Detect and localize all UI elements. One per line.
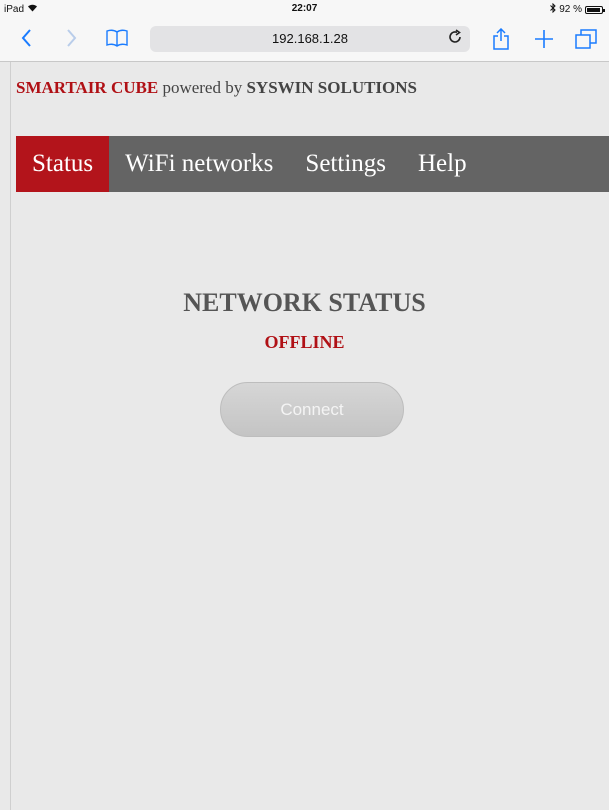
chevron-right-icon[interactable] <box>66 27 78 53</box>
status-right: 92 % <box>550 2 605 16</box>
brand-header: SMARTAIR CUBE powered by SYSWIN SOLUTION… <box>16 78 417 98</box>
bluetooth-icon <box>550 2 556 16</box>
tabs-icon[interactable] <box>575 29 597 53</box>
battery-percent: 92 % <box>559 4 582 15</box>
clock: 22:07 <box>291 3 318 14</box>
powered-by-text: powered by <box>162 78 243 97</box>
browser-toolbar: 192.168.1.28 <box>0 20 609 62</box>
web-page: SMARTAIR CUBE powered by SYSWIN SOLUTION… <box>0 62 609 810</box>
share-icon[interactable] <box>493 27 509 54</box>
nav-tab-wifi-networks[interactable]: WiFi networks <box>109 136 289 192</box>
nav-tab-status[interactable]: Status <box>16 136 110 192</box>
page-left-border <box>10 62 11 810</box>
plus-icon[interactable] <box>534 29 554 53</box>
connect-button[interactable]: Connect <box>220 382 404 437</box>
chevron-left-icon[interactable] <box>20 27 32 53</box>
product-name: SMARTAIR CUBE <box>16 78 159 97</box>
battery-level <box>587 7 600 12</box>
address-bar[interactable]: 192.168.1.28 <box>150 26 470 52</box>
reload-icon[interactable] <box>448 29 462 49</box>
url-text: 192.168.1.28 <box>272 31 348 46</box>
nav-tab-settings[interactable]: Settings <box>289 136 402 192</box>
book-icon[interactable] <box>106 29 128 51</box>
company-name: SYSWIN SOLUTIONS <box>246 78 417 97</box>
battery-icon <box>585 5 605 14</box>
main-nav: Status WiFi networks Settings Help <box>16 136 609 192</box>
ios-status-bar: iPad 22:07 92 % <box>0 0 609 20</box>
nav-tab-help[interactable]: Help <box>402 136 483 192</box>
network-status-title: NETWORK STATUS <box>183 288 426 317</box>
network-state-badge: OFFLINE <box>264 332 345 352</box>
